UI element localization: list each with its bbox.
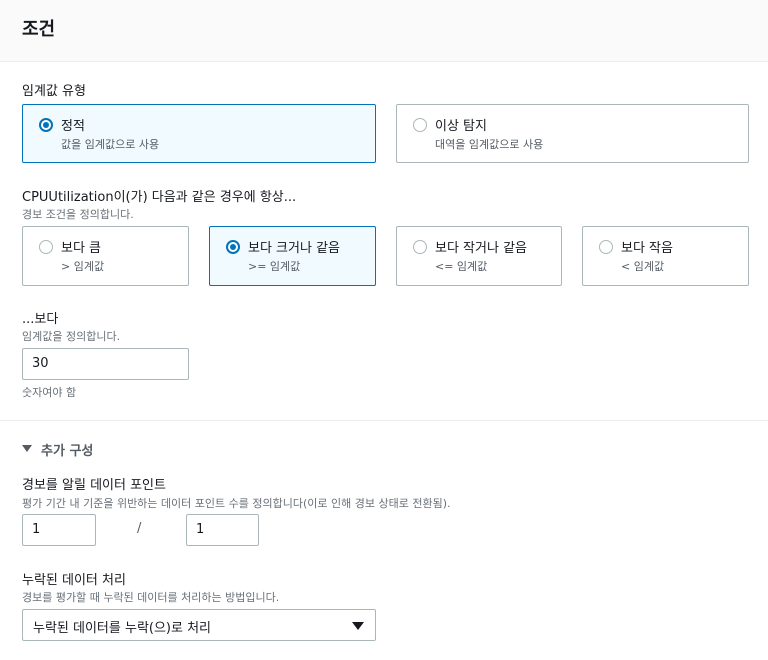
condition-less-equal-tile[interactable]: 보다 작거나 같음 <= 임계값 [396,226,562,286]
less-sub: < 임계값 [621,260,665,273]
than-desc: 임계값을 정의합니다. [22,330,121,343]
static-title: 정적 [61,119,85,134]
threshold-type-static-tile[interactable]: 정적 값을 임계값으로 사용 [22,104,376,163]
static-radio[interactable] [39,118,53,132]
condition-greater-tile[interactable]: 보다 큼 > 임계값 [22,226,189,286]
missing-data-selected-value: 누락된 데이터를 누락(으)로 처리 [33,621,212,636]
greater-equal-sub: >= 임계값 [248,260,301,273]
less-equal-sub: <= 임계값 [435,260,488,273]
threshold-hint: 숫자여야 함 [22,386,77,399]
section-title: 조건 [22,19,56,40]
missing-data-select[interactable]: 누락된 데이터를 누락(으)로 처리 [22,609,376,641]
static-sub: 값을 임계값으로 사용 [61,138,160,151]
condition-desc: 경보 조건을 정의합니다. [22,208,134,221]
threshold-type-anomaly-tile[interactable]: 이상 탐지 대역을 임계값으로 사용 [396,104,749,163]
than-label: ...보다 [22,312,59,327]
anomaly-sub: 대역을 임계값으로 사용 [435,138,544,151]
dropdown-caret-icon [352,622,364,630]
less-title: 보다 작음 [621,241,673,256]
less-equal-radio[interactable] [413,240,427,254]
less-radio[interactable] [599,240,613,254]
condition-label: CPUUtilization이(가) 다음과 같은 경우에 항상... [22,190,297,205]
greater-title: 보다 큼 [61,241,102,256]
greater-sub: > 임계값 [61,260,105,273]
threshold-type-label: 임계값 유형 [22,84,86,99]
missing-data-label: 누락된 데이터 처리 [22,573,126,588]
anomaly-radio[interactable] [413,118,427,132]
condition-greater-equal-tile[interactable]: 보다 크거나 같음 >= 임계값 [209,226,376,286]
caret-down-icon [22,445,32,452]
evaluation-periods-input[interactable]: 1 [186,514,259,546]
datapoints-to-alarm-input[interactable]: 1 [22,514,96,546]
anomaly-title: 이상 탐지 [435,119,487,134]
section-divider [0,420,768,421]
missing-data-desc: 경보를 평가할 때 누락된 데이터를 처리하는 방법입니다. [22,591,280,604]
greater-radio[interactable] [39,240,53,254]
section-header: 조건 [0,0,768,62]
greater-equal-radio[interactable] [226,240,240,254]
additional-config-label: 추가 구성 [41,444,94,459]
datapoints-separator: / [137,521,142,536]
additional-config-toggle[interactable]: 추가 구성 [22,440,142,459]
threshold-value-input[interactable]: 30 [22,348,189,380]
condition-less-tile[interactable]: 보다 작음 < 임계값 [582,226,749,286]
less-equal-title: 보다 작거나 같음 [435,241,527,256]
greater-equal-title: 보다 크거나 같음 [248,241,340,256]
datapoints-label: 경보를 알릴 데이터 포인트 [22,478,166,493]
datapoints-desc: 평가 기간 내 기준을 위반하는 데이터 포인트 수를 정의합니다(이로 인해 … [22,497,451,510]
